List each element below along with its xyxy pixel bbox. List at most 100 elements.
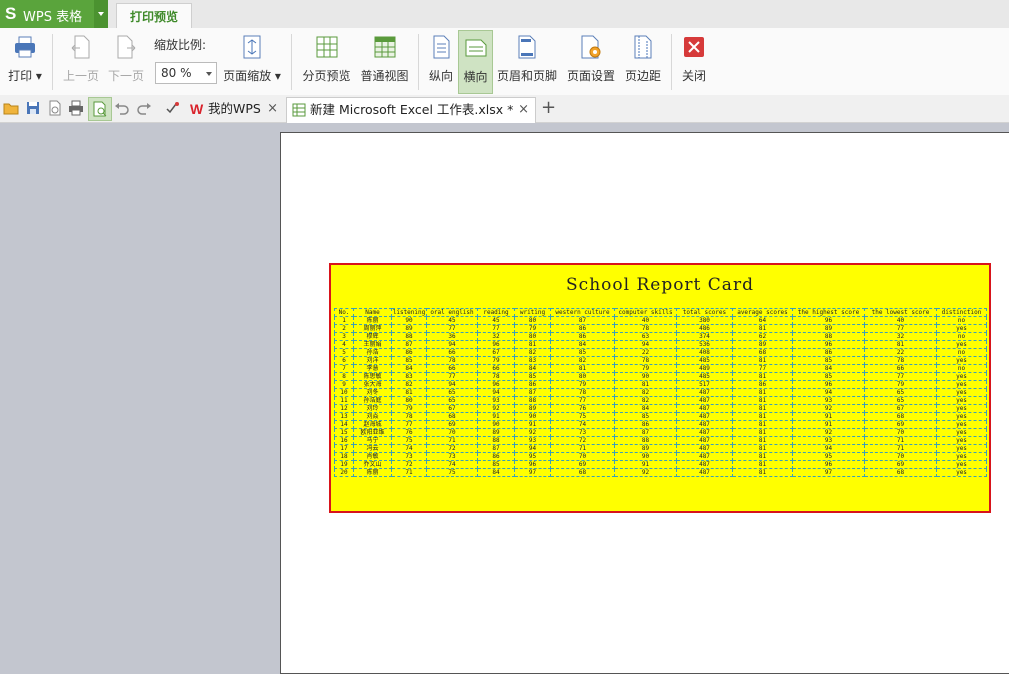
app-menu-dropdown-arrow-icon[interactable]: [94, 0, 108, 28]
table-cell: 欧阳亚维: [353, 428, 392, 437]
tab-print-preview[interactable]: 打印预览: [116, 3, 192, 30]
table-cell: yes: [936, 340, 987, 349]
table-cell: 94: [477, 388, 515, 397]
table-cell: 85: [792, 356, 865, 365]
table-cell: 74: [426, 460, 478, 469]
table-cell: 95: [514, 452, 551, 461]
table-cell: 77: [477, 324, 515, 333]
table-cell: 71: [864, 444, 937, 453]
customize-toolbar-icon[interactable]: [164, 100, 180, 116]
page-zoom-button[interactable]: 页面缩放 ▾: [221, 30, 283, 92]
tab-my-wps-label: 我的WPS: [208, 101, 261, 116]
table-cell: 85: [550, 348, 615, 357]
table-cell: 71: [391, 468, 427, 477]
close-preview-button[interactable]: 关闭: [678, 30, 710, 92]
table-cell: 87: [391, 340, 427, 349]
print-preview-icon: [93, 101, 107, 117]
previous-page-label: 上一页: [62, 69, 99, 83]
table-cell: 489: [676, 364, 733, 373]
next-page-button[interactable]: 下一页: [105, 30, 147, 92]
print-preview-toggle[interactable]: [88, 97, 112, 121]
close-tab-icon[interactable]: ×: [267, 97, 278, 121]
landscape-button[interactable]: 横向: [458, 30, 493, 94]
undo-icon[interactable]: [114, 100, 130, 116]
print-button[interactable]: 打印 ▾: [4, 30, 46, 92]
table-cell: 93: [792, 436, 865, 445]
wps-app-menu-button[interactable]: S WPS 表格: [0, 0, 108, 28]
table-cell: no: [936, 332, 987, 341]
table-cell: 81: [732, 436, 793, 445]
table-row: 11 孙浩庭 80 65 93 88 77 82 487 81 93 65 yes: [334, 396, 987, 405]
header-cell: average scores: [732, 308, 793, 317]
table-cell: 77: [864, 372, 937, 381]
table-cell: 81: [732, 388, 793, 397]
table-cell: 1: [334, 316, 354, 325]
print-icon[interactable]: [68, 100, 84, 116]
landscape-label: 横向: [463, 70, 488, 84]
table-cell: 63: [614, 332, 677, 341]
page-margins-button[interactable]: 页边距: [623, 30, 663, 92]
header-footer-button[interactable]: 页眉和页脚: [495, 30, 559, 92]
table-cell: 5: [334, 348, 354, 357]
table-cell: 87: [514, 388, 551, 397]
table-cell: 95: [792, 452, 865, 461]
ribbon-divider: [52, 34, 53, 90]
table-cell: 68: [426, 412, 478, 421]
table-cell: 王丽娟: [353, 340, 392, 349]
normal-view-icon: [374, 36, 395, 58]
table-cell: yes: [936, 324, 987, 333]
table-cell: 82: [550, 356, 615, 365]
table-cell: yes: [936, 444, 987, 453]
redo-icon[interactable]: [136, 100, 152, 116]
header-cell: No.: [334, 308, 354, 317]
save-icon[interactable]: [25, 100, 41, 116]
wps-logo-icon: S: [5, 4, 17, 23]
header-cell: the lowest score: [864, 308, 937, 317]
table-cell: 16: [334, 436, 354, 445]
new-tab-plus-icon[interactable]: +: [541, 95, 556, 121]
table-cell: 81: [550, 364, 615, 373]
title-bar: S WPS 表格 打印预览: [0, 0, 1009, 30]
table-cell: 380: [676, 316, 733, 325]
table-row: 9 张大海 82 94 96 86 79 81 517 86 96 79 yes: [334, 380, 987, 389]
table-cell: 8: [334, 372, 354, 381]
page-break-preview-button[interactable]: 分页预览: [299, 30, 354, 92]
close-icon: [684, 37, 704, 57]
normal-view-button[interactable]: 普通视图: [357, 30, 412, 92]
table-cell: 82: [391, 380, 427, 389]
tab-my-wps[interactable]: W 我的WPS ×: [184, 97, 284, 122]
open-folder-icon[interactable]: [3, 100, 19, 116]
previous-page-button[interactable]: 上一页: [60, 30, 102, 92]
export-pdf-icon[interactable]: [47, 100, 63, 116]
close-tab-icon[interactable]: ×: [518, 98, 529, 122]
table-cell: 79: [477, 356, 515, 365]
table-cell: 13: [334, 412, 354, 421]
tab-excel-workbook[interactable]: 新建 Microsoft Excel 工作表.xlsx * ×: [286, 97, 536, 123]
printer-icon: [15, 36, 35, 58]
zoom-ratio-select[interactable]: 80 %: [155, 62, 217, 84]
portrait-button[interactable]: 纵向: [424, 30, 458, 92]
table-cell: 马宁: [353, 436, 392, 445]
table-cell: 91: [477, 412, 515, 421]
table-cell: 97: [514, 468, 551, 477]
table-cell: 85: [514, 372, 551, 381]
normal-view-label: 普通视图: [360, 69, 409, 83]
table-cell: 14: [334, 420, 354, 429]
table-cell: 91: [792, 420, 865, 429]
header-cell: oral english: [426, 308, 478, 317]
table-cell: 17: [334, 444, 354, 453]
table-cell: 73: [391, 452, 427, 461]
table-cell: 74: [391, 444, 427, 453]
table-cell: 22: [864, 348, 937, 357]
header-cell: reading: [477, 308, 515, 317]
ribbon-divider: [671, 34, 672, 90]
page-setup-button[interactable]: 页面设置: [565, 30, 617, 92]
table-cell: 7: [334, 364, 354, 373]
table-cell: 45: [426, 316, 478, 325]
table-row: 10 刘冬 81 65 94 87 78 82 487 81 94 65 yes: [334, 388, 987, 397]
report-title: School Report Card: [566, 275, 754, 295]
table-cell: 536: [676, 340, 733, 349]
table-cell: 81: [732, 452, 793, 461]
table-cell: yes: [936, 452, 987, 461]
table-cell: 82: [514, 348, 551, 357]
